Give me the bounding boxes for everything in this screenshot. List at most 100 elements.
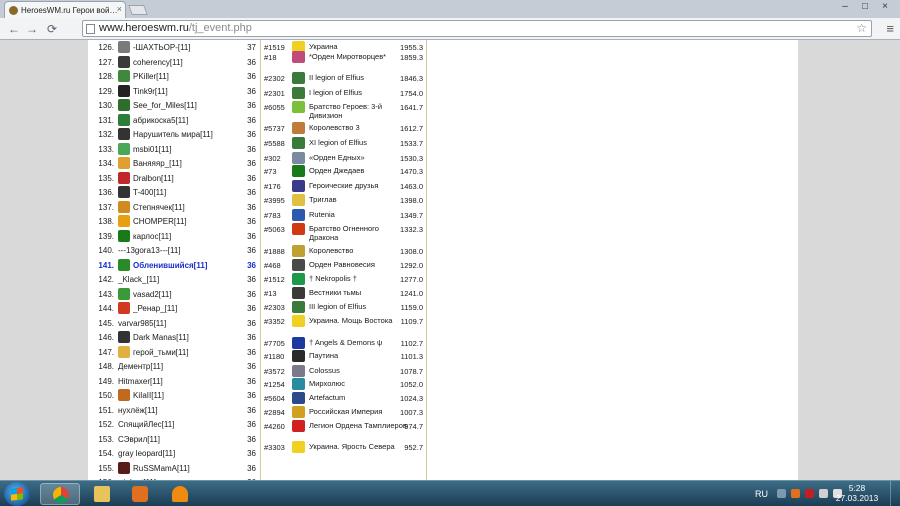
player-name-link[interactable]: Дементр[11] <box>118 362 228 371</box>
clan-id-link[interactable]: #2303 <box>264 303 290 312</box>
player-name-link[interactable]: CHOMPER[11] <box>133 217 243 226</box>
clan-emblem-icon[interactable] <box>292 441 305 454</box>
clan-emblem-icon[interactable] <box>118 461 130 474</box>
clan-emblem-icon[interactable] <box>118 287 130 300</box>
clan-emblem-icon[interactable] <box>118 128 130 140</box>
clan-emblem-icon[interactable] <box>118 113 130 126</box>
clan-emblem-icon[interactable] <box>292 315 305 328</box>
taskbar-explorer[interactable] <box>82 483 122 505</box>
maximize-button[interactable]: □ <box>856 0 874 14</box>
clan-id-link[interactable]: #2894 <box>264 408 290 417</box>
clan-emblem-icon[interactable] <box>118 215 130 227</box>
clan-emblem-icon[interactable] <box>292 336 305 349</box>
clan-id-link[interactable]: #3303 <box>264 443 290 452</box>
clock[interactable]: 5:28 27.03.2013 <box>832 483 882 503</box>
forward-button[interactable]: → <box>24 21 40 37</box>
clan-id-link[interactable]: #1180 <box>264 352 290 361</box>
player-name-link[interactable]: ---13gora13---[11] <box>118 246 228 255</box>
clan-id-link[interactable]: #3995 <box>264 196 290 205</box>
clan-emblem-icon[interactable] <box>292 259 305 272</box>
network-icon[interactable] <box>819 489 828 498</box>
clan-emblem-icon[interactable] <box>292 101 305 114</box>
tab-close-icon[interactable]: × <box>117 4 122 14</box>
clan-emblem-icon[interactable] <box>118 41 130 53</box>
clan-id-link[interactable]: #176 <box>264 182 290 191</box>
clan-emblem-icon[interactable] <box>292 223 305 236</box>
chrome-menu-icon[interactable]: ≡ <box>886 21 894 36</box>
clan-id-link[interactable]: #5604 <box>264 394 290 403</box>
tray-app-icon[interactable] <box>791 489 800 498</box>
player-name-link[interactable]: Tink9r[11] <box>133 87 243 96</box>
clan-id-link[interactable]: #302 <box>264 154 290 163</box>
clan-emblem-icon[interactable] <box>292 420 305 433</box>
player-name-link[interactable]: карлос[11] <box>133 232 243 241</box>
clan-emblem-icon[interactable] <box>292 122 305 135</box>
clan-id-link[interactable]: #18 <box>264 53 290 62</box>
clan-id-link[interactable]: #5588 <box>264 139 290 148</box>
clan-emblem-icon[interactable] <box>118 142 130 155</box>
clan-emblem-icon[interactable] <box>118 99 130 111</box>
clan-emblem-icon[interactable] <box>292 72 305 85</box>
player-name-link[interactable]: Dark Manas[11] <box>133 333 243 342</box>
clan-id-link[interactable]: #1254 <box>264 380 290 389</box>
clan-emblem-icon[interactable] <box>118 70 130 82</box>
clan-id-link[interactable]: #783 <box>264 211 290 220</box>
clan-id-link[interactable]: #1888 <box>264 247 290 256</box>
clan-emblem-icon[interactable] <box>292 364 305 377</box>
player-name-link[interactable]: Dralbon[11] <box>133 174 243 183</box>
player-name-link[interactable]: Нарушитель мира[11] <box>133 130 243 139</box>
clan-emblem-icon[interactable] <box>292 194 305 207</box>
player-name-link[interactable]: varvar985[11] <box>118 319 228 328</box>
player-name-link[interactable]: gray leopard[11] <box>118 449 228 458</box>
player-name-link[interactable]: Степнячек[11] <box>133 203 243 212</box>
player-name-link[interactable]: Обленившийся[11] <box>133 261 243 270</box>
clan-id-link[interactable]: #4260 <box>264 422 290 431</box>
language-indicator[interactable]: RU <box>755 489 768 499</box>
taskbar-vlc[interactable] <box>160 483 200 505</box>
player-name-link[interactable]: T-400[11] <box>133 188 243 197</box>
clan-id-link[interactable]: #468 <box>264 261 290 270</box>
player-name-link[interactable]: СЭврил[11] <box>118 435 228 444</box>
taskbar-chrome[interactable] <box>40 483 80 505</box>
reload-button[interactable]: ⟳ <box>44 21 60 37</box>
clan-emblem-icon[interactable] <box>292 300 305 313</box>
player-name-link[interactable]: See_for_Miles[11] <box>133 101 243 110</box>
tray-app-icon[interactable] <box>805 489 814 498</box>
player-name-link[interactable]: _Klack_[11] <box>118 275 228 284</box>
clan-emblem-icon[interactable] <box>118 345 130 358</box>
address-bar[interactable]: www.heroeswm.ru/tj_event.php ☆ <box>82 20 872 37</box>
clan-emblem-icon[interactable] <box>292 405 305 418</box>
clan-emblem-icon[interactable] <box>118 200 130 213</box>
player-name-link[interactable]: -ШАХТЬОР-[11] <box>133 43 243 52</box>
player-name-link[interactable]: Ваняяяр_[11] <box>133 159 243 168</box>
show-desktop-button[interactable] <box>890 481 900 506</box>
clan-emblem-icon[interactable] <box>118 84 130 97</box>
clan-id-link[interactable]: #3352 <box>264 317 290 326</box>
clan-emblem-icon[interactable] <box>118 258 130 271</box>
clan-emblem-icon[interactable] <box>292 136 305 149</box>
clan-emblem-icon[interactable] <box>118 331 130 343</box>
bookmark-star-icon[interactable]: ☆ <box>856 21 867 35</box>
clan-id-link[interactable]: #2302 <box>264 74 290 83</box>
close-window-button[interactable]: × <box>876 0 894 14</box>
player-name-link[interactable]: KiIaII[11] <box>133 391 243 400</box>
player-name-link[interactable]: нухлёж[11] <box>118 406 228 415</box>
clan-emblem-icon[interactable] <box>292 50 305 63</box>
player-name-link[interactable]: Hitmaxer[11] <box>118 377 228 386</box>
clan-id-link[interactable]: #1512 <box>264 275 290 284</box>
clan-id-link[interactable]: #5063 <box>264 225 290 234</box>
clan-emblem-icon[interactable] <box>118 229 130 242</box>
clan-emblem-icon[interactable] <box>118 389 130 401</box>
player-name-link[interactable]: СпящийЛес[11] <box>118 420 228 429</box>
clan-id-link[interactable]: #73 <box>264 167 290 176</box>
clan-emblem-icon[interactable] <box>118 171 130 184</box>
clan-emblem-icon[interactable] <box>118 55 130 68</box>
taskbar-media-player[interactable] <box>120 483 160 505</box>
clan-emblem-icon[interactable] <box>118 157 130 169</box>
clan-emblem-icon[interactable] <box>292 272 305 285</box>
clan-id-link[interactable]: #7705 <box>264 339 290 348</box>
clan-emblem-icon[interactable] <box>292 350 305 363</box>
start-button[interactable] <box>4 482 30 506</box>
player-name-link[interactable]: _Ренар_[11] <box>133 304 243 313</box>
clan-emblem-icon[interactable] <box>292 165 305 178</box>
